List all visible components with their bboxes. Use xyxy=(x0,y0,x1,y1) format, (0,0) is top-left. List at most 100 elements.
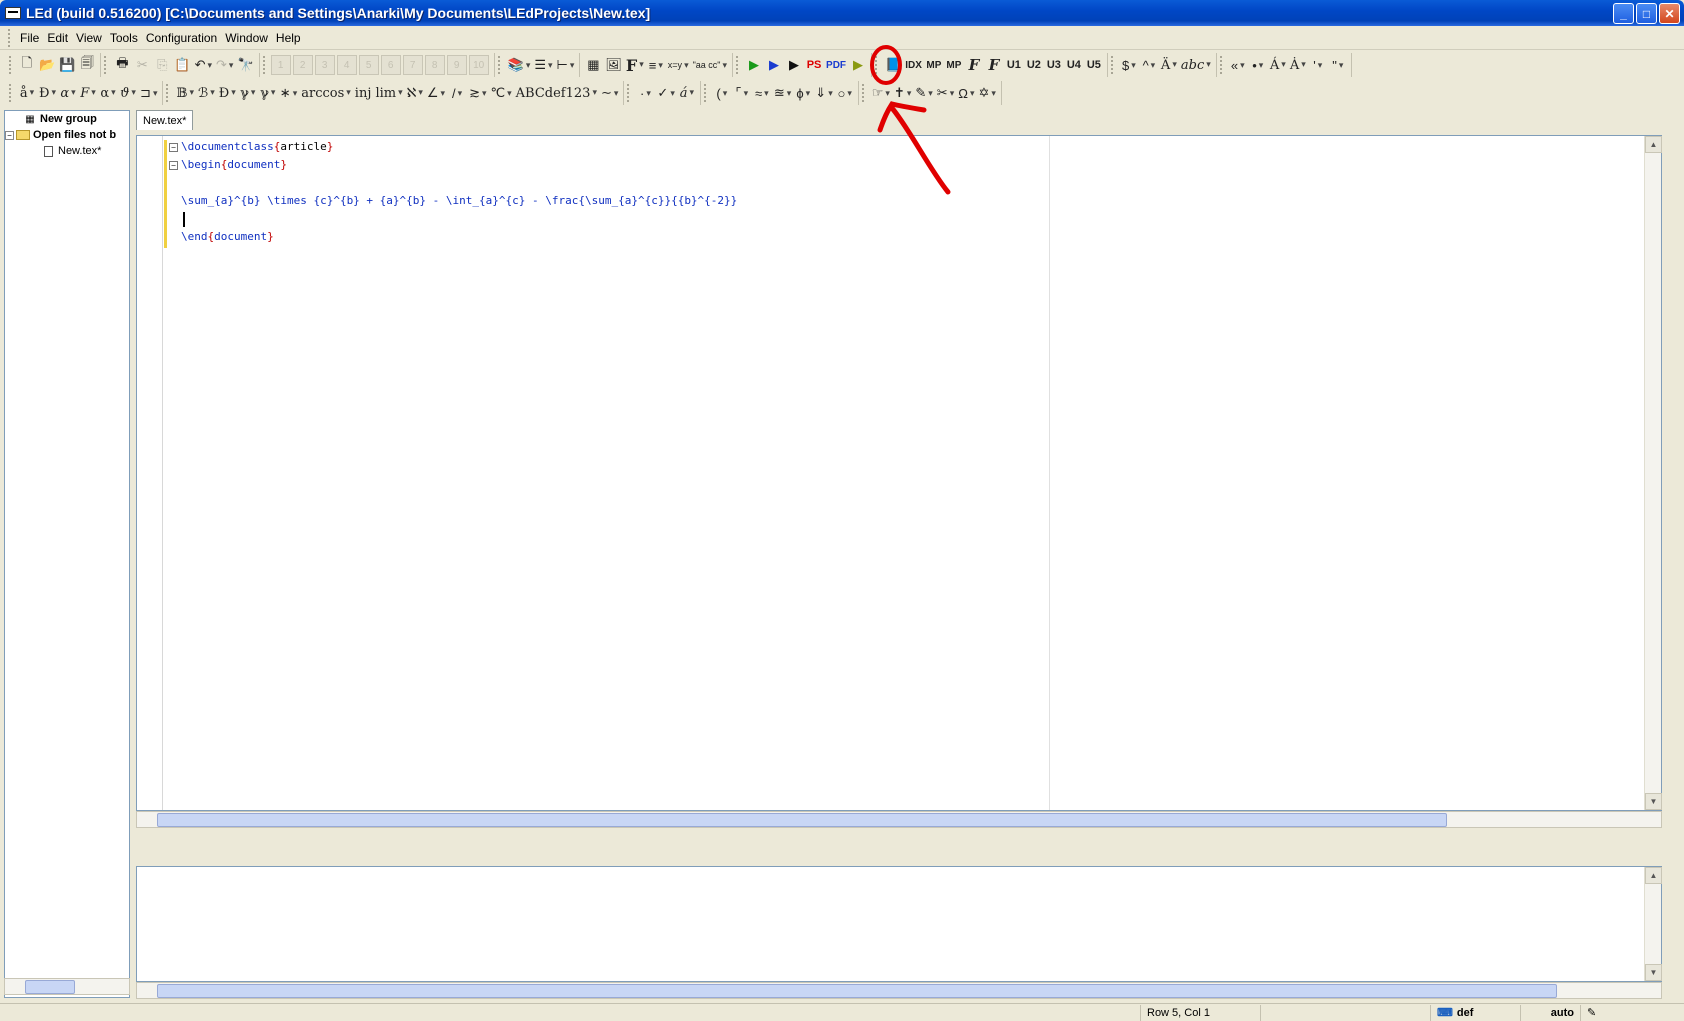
print-icon[interactable]: 🖶 xyxy=(112,54,132,76)
a-ring-button[interactable]: å xyxy=(17,82,37,104)
caret-button[interactable]: ^ xyxy=(1139,54,1159,76)
status-dictionary[interactable]: ⌨ def xyxy=(1430,1004,1520,1021)
operator-icon[interactable]: ⊐ xyxy=(138,82,159,104)
menu-help[interactable]: Help xyxy=(272,31,305,45)
eth-button[interactable]: Ð xyxy=(37,82,58,104)
open-folder-icon[interactable]: 📂 xyxy=(37,54,57,76)
bookmark-3-button[interactable]: 3 xyxy=(314,55,335,75)
toolbar-grip[interactable] xyxy=(875,56,879,74)
f-script-button[interactable]: F xyxy=(78,82,98,104)
table-icon[interactable]: ▦ xyxy=(583,54,603,76)
metapost-all-button[interactable]: MP xyxy=(944,54,964,76)
metapost-button[interactable]: MP xyxy=(924,54,944,76)
bookmark-10-button[interactable]: 10 xyxy=(468,55,489,75)
geq-button[interactable]: ≳ xyxy=(467,82,488,104)
celsius-button[interactable]: ℃ xyxy=(489,82,514,104)
hand-icon[interactable]: ☞ xyxy=(870,82,892,104)
tree-horizontal-scrollbar[interactable] xyxy=(4,978,130,995)
scroll-up-icon[interactable]: ▲ xyxy=(1645,136,1662,153)
tree-group-row[interactable]: ▦ New group xyxy=(5,111,129,127)
scrollbar-thumb[interactable] xyxy=(157,813,1447,827)
sections-icon[interactable]: 📚 xyxy=(506,54,533,76)
user-tool-2-button[interactable]: U2 xyxy=(1024,54,1044,76)
undo-icon[interactable]: ↶ xyxy=(193,54,214,76)
user-tool-5-button[interactable]: U5 xyxy=(1084,54,1104,76)
theta-button[interactable]: ϑ xyxy=(118,82,138,104)
toolbar-grip[interactable] xyxy=(497,56,502,74)
acute-small-button[interactable]: á xyxy=(677,82,697,104)
alpha-script-button[interactable]: α xyxy=(58,82,78,104)
menu-file[interactable]: File xyxy=(16,31,43,45)
font-button-2[interactable]: F xyxy=(984,54,1004,76)
omega-button[interactable]: Ω xyxy=(956,82,976,104)
image-icon[interactable]: 🖼 xyxy=(603,54,624,76)
acute-button[interactable]: Á xyxy=(1268,54,1288,76)
toolbar-grip[interactable] xyxy=(8,28,12,47)
output-horizontal-scrollbar[interactable] xyxy=(136,982,1662,999)
bookmark-1-button[interactable]: 1 xyxy=(270,55,291,75)
injlim-button[interactable]: inj lim xyxy=(353,82,405,104)
compile-view-play-icon[interactable]: ▶ xyxy=(784,54,804,76)
dollar-button[interactable]: $ xyxy=(1119,54,1139,76)
toolbar-grip[interactable] xyxy=(703,84,708,102)
approx-button[interactable]: ≈ xyxy=(752,82,772,104)
collapse-icon[interactable]: − xyxy=(5,130,14,140)
align-icon[interactable]: ≡ xyxy=(646,54,666,76)
scrollbar-thumb[interactable] xyxy=(157,984,1557,998)
close-button[interactable]: ✕ xyxy=(1659,3,1680,24)
tab-new-tex[interactable]: New.tex* xyxy=(136,110,194,130)
user-tool-3-button[interactable]: U3 xyxy=(1044,54,1064,76)
bibtex-icon[interactable]: 📘 xyxy=(883,54,903,76)
cut-icon[interactable]: ✂ xyxy=(132,54,152,76)
save-all-icon[interactable]: 🗐 xyxy=(77,54,97,76)
menu-configuration[interactable]: Configuration xyxy=(142,31,221,45)
scissors-icon[interactable]: ✂ xyxy=(935,82,956,104)
circle-button[interactable]: ○ xyxy=(835,82,855,104)
single-quote-button[interactable]: ' xyxy=(1308,54,1328,76)
font-bold-button[interactable]: F xyxy=(624,54,646,76)
dot-button[interactable]: · xyxy=(635,82,655,104)
maximize-button[interactable]: □ xyxy=(1636,3,1657,24)
user-tool-4-button[interactable]: U4 xyxy=(1064,54,1084,76)
slash-button[interactable]: / xyxy=(447,82,467,104)
cross-icon[interactable]: ✝ xyxy=(892,82,913,104)
abc-button[interactable]: abc xyxy=(1179,54,1213,76)
guillemet-button[interactable]: « xyxy=(1228,54,1248,76)
d-cal-button[interactable]: Ɖ xyxy=(217,82,238,104)
dot-accent-button[interactable]: Ȧ xyxy=(1288,54,1308,76)
user-tool-1-button[interactable]: U1 xyxy=(1004,54,1024,76)
scroll-down-icon[interactable]: ▼ xyxy=(1645,964,1662,981)
double-quote-button[interactable]: " xyxy=(1328,54,1348,76)
scroll-down-icon[interactable]: ▼ xyxy=(1645,793,1662,810)
compile-play-icon[interactable]: ▶ xyxy=(744,54,764,76)
minimize-button[interactable]: _ xyxy=(1613,3,1634,24)
pencil-icon[interactable]: ✎ xyxy=(913,82,934,104)
down-arrow-button[interactable]: ⇓ xyxy=(813,82,834,104)
idx-button[interactable]: IDX xyxy=(903,54,924,76)
toolbar-grip[interactable] xyxy=(9,84,13,102)
scrollbar-thumb[interactable] xyxy=(25,980,75,994)
bookmark-9-button[interactable]: 9 xyxy=(446,55,467,75)
corner-button[interactable]: ⌜ xyxy=(732,82,752,104)
menu-tools[interactable]: Tools xyxy=(106,31,142,45)
bookmark-6-button[interactable]: 6 xyxy=(380,55,401,75)
redo-icon[interactable]: ↷ xyxy=(214,54,235,76)
blackboard-b-button[interactable]: 𝔹 xyxy=(174,82,196,104)
code-editor[interactable]: − \documentclass{article} − \begin{docum… xyxy=(136,135,1662,811)
toolbar-grip[interactable] xyxy=(9,56,13,74)
alpha-button[interactable]: α xyxy=(98,82,118,104)
editor-vertical-scrollbar[interactable]: ▲ ▼ xyxy=(1644,136,1662,810)
status-spellcheck-icon[interactable]: ✎ xyxy=(1580,1004,1620,1021)
toolbar-grip[interactable] xyxy=(104,56,108,74)
bullet-button[interactable]: • xyxy=(1248,54,1268,76)
bookmark-2-button[interactable]: 2 xyxy=(292,55,313,75)
star-of-david-icon[interactable]: ✡ xyxy=(976,82,997,104)
font-style-button[interactable]: ABCdef123 xyxy=(514,82,599,104)
view-dvi-play-icon[interactable]: ▶ xyxy=(764,54,784,76)
menu-edit[interactable]: Edit xyxy=(43,31,72,45)
toolbar-grip[interactable] xyxy=(1110,56,1115,74)
fold-toggle-icon[interactable]: − xyxy=(169,160,178,170)
menu-view[interactable]: View xyxy=(72,31,106,45)
calligraphic-button[interactable]: ℬ xyxy=(196,82,217,104)
equation-button[interactable]: x=y xyxy=(666,54,691,76)
